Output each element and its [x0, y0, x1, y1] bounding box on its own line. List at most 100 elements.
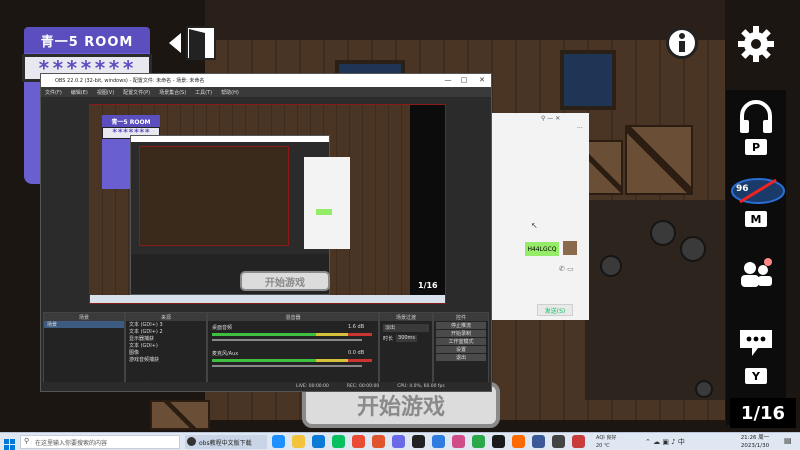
app-icon[interactable] [392, 435, 405, 448]
obs-preview[interactable]: 青一5 ROOM ******* 1/16 开始游戏 [89, 104, 446, 304]
close-button[interactable]: ✕ [477, 75, 487, 85]
source-item[interactable]: 文本 (GDI+) 3 [126, 321, 206, 328]
scenes-dock: 场景 场景 + − ∧ ∨ [43, 312, 125, 390]
scene-item[interactable]: 场景 [44, 321, 124, 328]
friends-icon[interactable] [738, 258, 774, 288]
obs-title: OBS 22.0.2 (32-bit, windows) - 配置文件: 未命名… [55, 78, 205, 84]
mixer-level-desktop: 1.6 dB [348, 324, 365, 330]
barrel [650, 220, 676, 246]
chat-icon[interactable] [738, 328, 774, 358]
menu-file[interactable]: 文件(F) [45, 89, 62, 96]
duration-input[interactable]: 300ms [396, 335, 418, 342]
menu-help[interactable]: 帮助(H) [221, 89, 239, 96]
transitions-dock: 场景过渡 淡出 时长 300ms [379, 312, 433, 390]
send-button[interactable]: 发送(S) [537, 304, 573, 316]
app-icon[interactable] [552, 435, 565, 448]
preview-taskbar [90, 295, 445, 303]
sources-dock: 来源 文本 (GDI+) 3 文本 (GDI+) 2 显示器捕获 文本 (GDI… [125, 312, 207, 390]
avatar [563, 241, 577, 255]
info-icon[interactable] [666, 27, 698, 59]
crate [150, 400, 210, 430]
crate [625, 125, 693, 195]
menu-tools[interactable]: 工具(T) [195, 89, 212, 96]
clock-date: 2023/1/30 [740, 443, 770, 449]
door-icon[interactable] [165, 25, 221, 61]
transition-select[interactable]: 淡出 [383, 324, 429, 332]
edge-icon[interactable] [272, 435, 285, 448]
more-icon[interactable]: ··· [577, 125, 583, 132]
source-item[interactable]: 显示器捕获 [126, 335, 206, 342]
obs-app-icon [187, 437, 196, 446]
headphones-icon[interactable] [738, 100, 774, 134]
menu-view[interactable]: 视图(V) [97, 89, 114, 96]
mixer-channel-desktop: 桌面音频 [212, 325, 233, 331]
sources-header: 来源 [126, 313, 206, 321]
taskbar-clock[interactable]: 21:26 周一 2023/1/30 [730, 434, 780, 450]
app-icon[interactable] [532, 435, 545, 448]
audio-meter [212, 333, 372, 336]
menu-profile[interactable]: 配置文件(P) [123, 89, 150, 96]
app-icon[interactable] [452, 435, 465, 448]
duration-label: 时长 [383, 336, 394, 342]
controls-header: 控件 [434, 313, 488, 321]
source-item[interactable]: 文本 (GDI+) [126, 342, 206, 349]
barrel [695, 380, 713, 398]
mixer-level-mic: 0.0 dB [348, 350, 365, 356]
mixer-header: 混音器 [208, 313, 378, 321]
app-icon[interactable] [432, 435, 445, 448]
source-item[interactable]: 游戏音频捕获 [126, 356, 206, 363]
chat-message: H44LGCQ [525, 242, 559, 256]
chat-window: ⚲ — ✕ ··· ↖ ✆ ▭ [490, 113, 589, 320]
obs-titlebar: OBS 22.0.2 (32-bit, windows) - 配置文件: 未命名… [41, 74, 491, 87]
menu-scene-collection[interactable]: 场景集合(S) [159, 89, 186, 96]
obs-statusbar: LIVE: 00:00:00 REC: 00:00:00 CPU: 4.0%, … [41, 382, 491, 391]
mixer-channel-mic: 麦克风/Aux [212, 351, 239, 357]
minimize-button[interactable]: — [443, 75, 453, 85]
source-item[interactable]: 文本 (GDI+) 2 [126, 328, 206, 335]
obs-icon[interactable] [412, 435, 425, 448]
preview-page-count: 1/16 [418, 281, 438, 290]
preview-start-button: 开始游戏 [240, 271, 330, 291]
chat-hotkey: Y [745, 368, 767, 384]
weather-aqi: AQI 良好 [596, 435, 617, 441]
app-icon[interactable] [512, 435, 525, 448]
volume-slider[interactable] [212, 365, 362, 367]
transitions-header: 场景过渡 [380, 313, 432, 321]
store-icon[interactable] [312, 435, 325, 448]
gear-icon[interactable] [736, 24, 776, 64]
source-item[interactable]: 图像 [126, 349, 206, 356]
notification-icon[interactable]: ▤ [784, 436, 796, 448]
taskbar-obs-task[interactable]: obs教程中文版下载 [185, 435, 267, 449]
nested-preview [139, 146, 289, 246]
mic-hotkey: M [745, 211, 767, 227]
stop-streaming-button[interactable]: 停止推流 [436, 322, 486, 329]
app-icon[interactable] [492, 435, 505, 448]
chrome-icon[interactable] [372, 435, 385, 448]
app-icon[interactable] [572, 435, 585, 448]
preview-chat-bubble [316, 209, 332, 215]
call-icons[interactable]: ✆ ▭ [559, 265, 574, 273]
scenes-header: 场景 [44, 313, 124, 321]
menu-edit[interactable]: 编辑(E) [71, 89, 88, 96]
preview-side-hud [410, 105, 445, 303]
system-tray-icons[interactable]: ⌃ ☁ ▣ ♪ 中 [645, 437, 685, 447]
search-placeholder: 在这里输入你要搜索的内容 [35, 439, 108, 447]
barrel [600, 255, 622, 277]
taskbar-search[interactable]: ⚲ 在这里输入你要搜索的内容 [20, 435, 180, 449]
cpu-usage: CPU: 4.0%, 60.00 fps [397, 384, 445, 389]
studio-mode-button[interactable]: 工作室模式 [436, 338, 486, 345]
clock-time: 21:26 周一 [740, 435, 770, 441]
volume-slider[interactable] [212, 339, 362, 341]
maximize-button[interactable]: □ [459, 75, 469, 85]
windows-start-icon[interactable] [4, 436, 16, 450]
taskbar: ⚲ 在这里输入你要搜索的内容 obs教程中文版下载 AQI 良好 20 ℃ ⌃ … [0, 432, 800, 450]
weather-widget[interactable]: AQI 良好 20 ℃ [596, 434, 638, 450]
app-icon[interactable] [472, 435, 485, 448]
explorer-icon[interactable] [292, 435, 305, 448]
app-icon[interactable] [352, 435, 365, 448]
wechat-icon[interactable] [332, 435, 345, 448]
start-recording-button[interactable]: 开始录制 [436, 330, 486, 337]
chat-window-controls[interactable]: ⚲ — ✕ [541, 115, 560, 122]
settings-button[interactable]: 设置 [436, 346, 486, 353]
exit-button[interactable]: 退出 [436, 354, 486, 361]
